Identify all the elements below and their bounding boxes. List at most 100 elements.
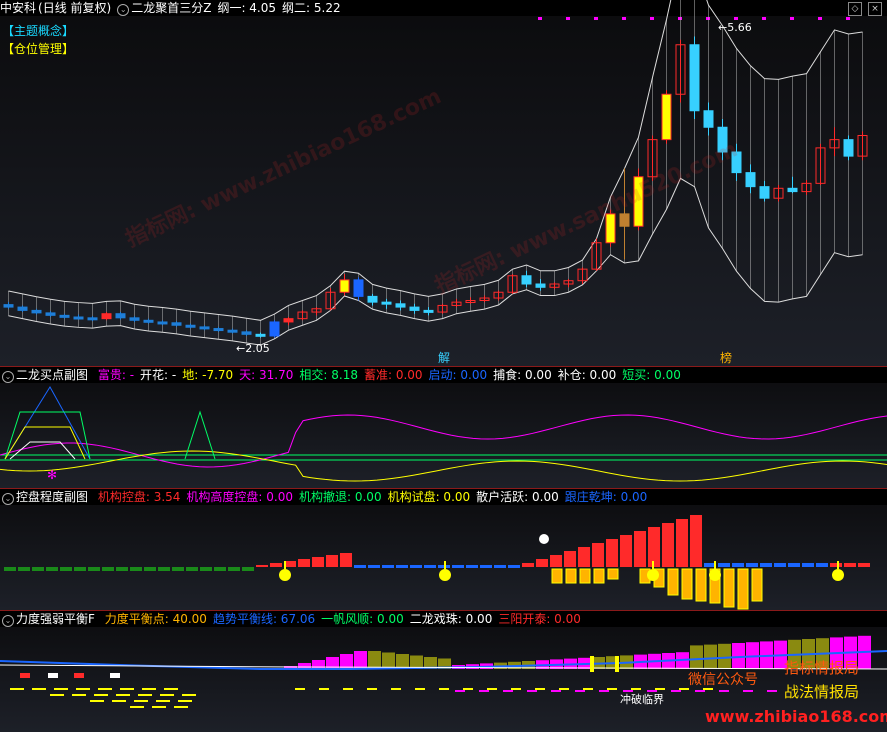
candle-body <box>143 319 154 323</box>
candle-body <box>395 303 406 308</box>
candle-body <box>171 322 182 326</box>
candle-body <box>381 301 392 305</box>
small-bar <box>110 673 120 678</box>
small-bar <box>20 673 30 678</box>
control-bar-neg <box>88 567 100 571</box>
note-zhibiao-qingbao: 指标情报局 <box>784 659 860 677</box>
control-bar-neg <box>158 567 170 571</box>
control-bar <box>690 515 702 567</box>
control-bar-flat <box>410 565 422 568</box>
control-bar-neg <box>74 567 86 571</box>
force-bar <box>690 645 703 669</box>
control-bar <box>746 563 758 567</box>
signal-dot <box>566 17 570 20</box>
candle-body <box>101 313 112 320</box>
candle-body <box>521 275 532 285</box>
money-bag-icon <box>279 569 291 581</box>
control-bar-flat <box>480 565 492 568</box>
candle-body <box>59 314 70 318</box>
control-bar-flat <box>424 565 436 568</box>
retreat-bar <box>607 568 619 580</box>
control-bar-neg <box>200 567 212 571</box>
candle-body <box>787 187 798 193</box>
tall-marker <box>615 656 619 672</box>
control-bar-flat <box>494 565 506 568</box>
candle-body <box>283 318 294 323</box>
high-price-label: ←5.66 <box>718 21 752 34</box>
candle-body <box>199 326 210 330</box>
control-bar-neg <box>32 567 44 571</box>
candle-body <box>255 333 266 337</box>
control-bar <box>830 563 842 567</box>
retreat-bar <box>695 568 707 602</box>
candle-body <box>17 306 28 311</box>
money-bag-icon <box>647 569 659 581</box>
candle-body <box>31 309 42 314</box>
force-bar <box>354 651 367 669</box>
small-bar <box>74 673 84 678</box>
spike-blue <box>4 386 91 460</box>
tall-marker <box>590 656 594 672</box>
sub2-chart <box>4 515 870 610</box>
control-bar <box>844 563 856 567</box>
force-bar <box>312 660 325 669</box>
candle-body <box>213 328 224 332</box>
retreat-bar <box>667 568 679 596</box>
candle-body <box>367 295 378 303</box>
candle-body <box>409 306 420 311</box>
control-bar <box>732 563 744 567</box>
candle-body <box>157 321 168 325</box>
retreat-bar <box>737 568 749 610</box>
candle-body <box>535 283 546 288</box>
signal-dot <box>650 17 654 20</box>
main-price-pane: 中安科 (日线 前复权) ⌄ 二龙聚首三分Z 纲一: 4.05 纲二: 5.22 ◇ × … <box>0 0 887 366</box>
control-bar-flat <box>396 565 408 568</box>
retreat-bar <box>723 568 735 608</box>
note-wechat: 微信公众号 <box>688 672 758 688</box>
control-bar <box>256 565 268 567</box>
candle-body <box>339 279 350 293</box>
control-bar-neg <box>228 567 240 571</box>
tian-line <box>0 414 887 468</box>
control-bar-neg <box>4 567 16 571</box>
signal-dot <box>538 17 542 20</box>
sub1-pane: ⌄ 二龙买点副图 富贵: - 开花: - 地: -7.70 天: 31.70 相交: 8.… <box>0 367 887 488</box>
price-chart: ←2.05 ←5.66 解 榜 <box>3 0 868 365</box>
flower-mark: ✻ <box>47 468 57 482</box>
candle-body <box>45 312 56 316</box>
control-bar-neg <box>186 567 198 571</box>
mark-jie: 解 <box>438 351 450 365</box>
control-bar <box>312 557 324 567</box>
small-bar <box>48 673 58 678</box>
candle-body <box>703 110 714 128</box>
note-zhanfa-qingbao: 战法情报局 <box>784 683 860 701</box>
candle-body <box>227 329 238 333</box>
control-bar-flat <box>354 565 366 568</box>
retreat-bar <box>681 568 693 600</box>
candle-body <box>73 316 84 320</box>
signal-dot <box>762 17 766 20</box>
candle-body <box>269 321 280 337</box>
control-bar-neg <box>116 567 128 571</box>
candle-body <box>423 309 434 313</box>
control-bar <box>564 551 576 567</box>
control-bar <box>676 519 688 567</box>
candle-body <box>745 172 756 188</box>
note-website: www.zhibiao168.com <box>705 707 887 726</box>
signal-dot <box>818 17 822 20</box>
control-bar <box>774 563 786 567</box>
candle-body <box>353 279 364 297</box>
money-bag-icon <box>709 569 721 581</box>
sub3-pane: ⌄ 力度强弱平衡F 力度平衡点: 40.00 趋势平衡线: 67.06 一帆风顺: 0… <box>0 611 887 732</box>
force-bar <box>382 652 395 669</box>
control-bar-neg <box>214 567 226 571</box>
candle-body <box>129 317 140 321</box>
retreat-bar <box>565 568 577 584</box>
candle-body <box>689 44 700 112</box>
signal-dot <box>678 17 682 20</box>
signal-dot <box>706 17 710 20</box>
mark-bang: 榜 <box>720 350 732 365</box>
spike-white <box>9 441 76 460</box>
retreat-bar <box>551 568 563 584</box>
money-bag-icon <box>832 569 844 581</box>
